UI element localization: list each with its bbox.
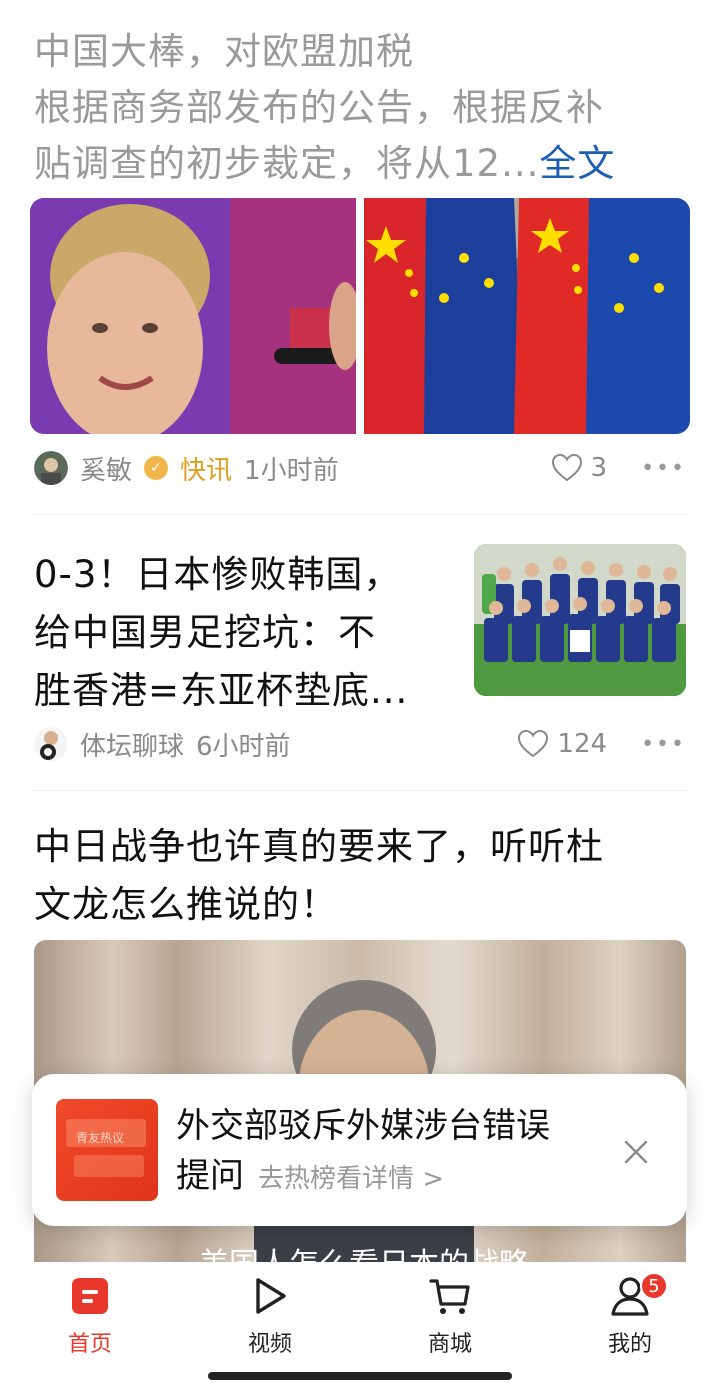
notification-title-line-2[interactable]: 提问 (176, 1152, 244, 1200)
hot-list-link[interactable]: 去热榜看详情 > (258, 1155, 444, 1203)
play-icon (248, 1274, 292, 1318)
home-icon (68, 1274, 112, 1318)
heart-icon (551, 453, 582, 482)
nav-mall-label: 商城 (427, 1332, 472, 1357)
nav-home-label: 首页 (67, 1332, 112, 1357)
post-2-meta: 体坛聊球 6小时前 124 ••• (34, 724, 686, 764)
post-1-image-row[interactable] (30, 198, 690, 434)
nav-profile-label: 我的 (607, 1332, 652, 1357)
hot-topic-notification[interactable]: 青友热议 外交部驳斥外媒涉台错误 提问 去热榜看详情 > (32, 1074, 687, 1226)
author-avatar[interactable] (34, 451, 68, 485)
notification-title[interactable]: 外交部驳斥外媒涉台错误 (176, 1102, 550, 1150)
more-options-icon[interactable]: ••• (641, 456, 686, 481)
heart-icon (518, 729, 549, 758)
more-options-icon[interactable]: ••• (641, 732, 686, 757)
post-1-image-speaker[interactable] (30, 198, 356, 434)
post-1-text[interactable]: 中国大棒，对欧盟加税 根据商务部发布的公告，根据反补 贴调查的初步裁定，将从12… (34, 24, 684, 192)
post-3-title-line-1[interactable]: 中日战争也许真的要来了，听听杜 (34, 818, 684, 876)
notification-badge: 5 (640, 1272, 668, 1300)
author-name[interactable]: 体坛聊球 (80, 726, 184, 763)
bottom-nav: 首页 视频 商城 我的 (0, 1262, 719, 1390)
post-2-title[interactable]: 0-3！日本惨败韩国， 给中国男足挖坑：不 胜香港=东亚杯垫底... (34, 546, 454, 720)
notification-thumb-label: 青友热议 (76, 1131, 125, 1145)
home-indicator[interactable] (208, 1372, 512, 1380)
verified-badge-icon: ✓ (144, 456, 169, 480)
divider (30, 514, 690, 515)
nav-profile[interactable]: 我的 (570, 1274, 690, 1358)
post-2-thumbnail[interactable] (474, 544, 686, 696)
nav-video[interactable]: 视频 (210, 1274, 330, 1358)
post-3-title-line-2[interactable]: 文龙怎么推说的！ (34, 876, 684, 934)
post-1-title[interactable]: 中国大棒，对欧盟加税 (34, 24, 684, 80)
like-count: 3 (590, 453, 608, 483)
post-2-title-line-3[interactable]: 胜香港=东亚杯垫底... (34, 662, 454, 720)
post-1-meta: 奚敏 ✓ 快讯 1小时前 3 ••• (34, 448, 686, 488)
author-avatar[interactable] (34, 727, 68, 761)
post-time: 1小时前 (244, 455, 339, 486)
post-2-title-line-2[interactable]: 给中国男足挖坑：不 (34, 604, 454, 662)
like-button[interactable]: 3 (551, 453, 608, 483)
close-icon[interactable] (621, 1137, 651, 1167)
notification-thumbnail[interactable]: 青友热议 (56, 1099, 158, 1201)
post-3-title[interactable]: 中日战争也许真的要来了，听听杜 文龙怎么推说的！ (34, 818, 684, 934)
author-name[interactable]: 奚敏 (80, 450, 132, 487)
like-count: 124 (557, 729, 608, 759)
nav-video-label: 视频 (247, 1332, 292, 1357)
post-1-excerpt-line-2[interactable]: 贴调查的初步裁定，将从12... (34, 142, 539, 185)
post-1-excerpt-line-1[interactable]: 根据商务部发布的公告，根据反补 (34, 80, 684, 136)
news-feed[interactable]: 中国大棒，对欧盟加税 根据商务部发布的公告，根据反补 贴调查的初步裁定，将从12… (0, 0, 719, 1262)
nav-mall[interactable]: 商城 (390, 1274, 510, 1358)
cart-icon (428, 1274, 472, 1318)
nav-home[interactable]: 首页 (30, 1274, 150, 1358)
post-tag[interactable]: 快讯 (180, 450, 232, 487)
post-2-title-line-1[interactable]: 0-3！日本惨败韩国， (34, 546, 454, 604)
like-button[interactable]: 124 (517, 729, 607, 759)
video-subtitle: 美国人怎么看日本的战略 (199, 1247, 529, 1262)
divider (30, 790, 690, 791)
post-time: 6小时前 (196, 731, 291, 762)
full-text-link[interactable]: 全文 (539, 142, 615, 185)
post-1-image-flags[interactable] (364, 198, 690, 434)
